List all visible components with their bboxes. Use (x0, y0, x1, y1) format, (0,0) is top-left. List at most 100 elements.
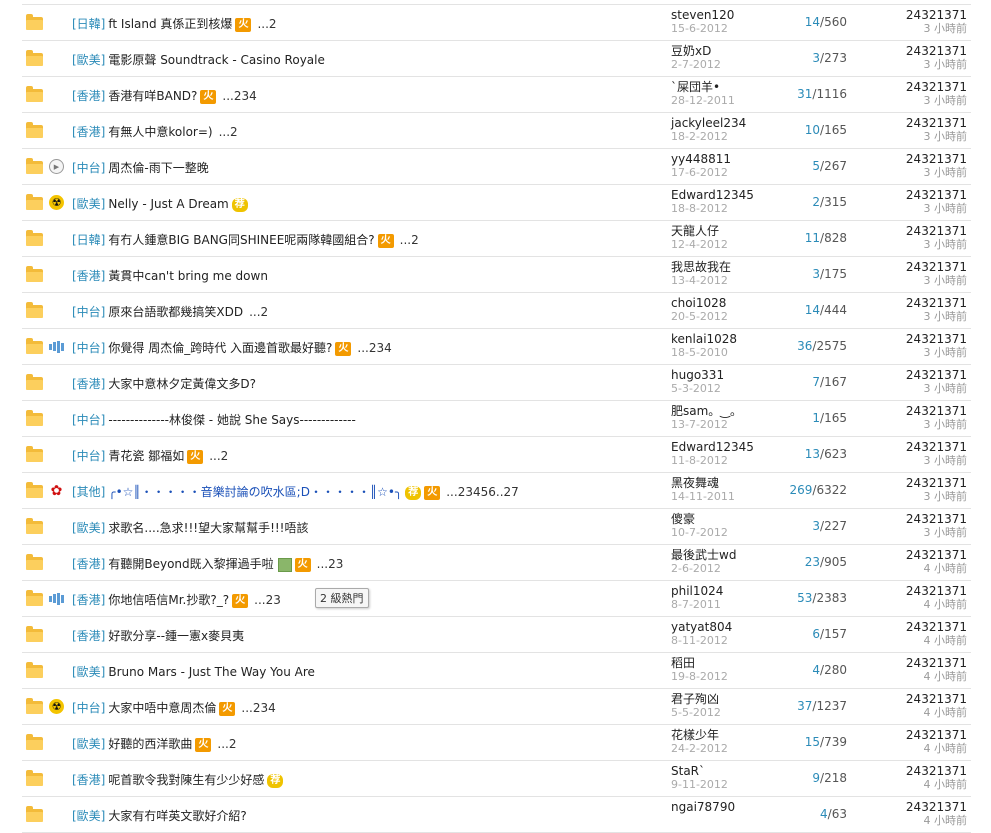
thread-category-link[interactable]: [香港] (72, 89, 105, 103)
last-post-time[interactable]: 4 小時前 (867, 778, 968, 792)
folder-icon[interactable] (26, 770, 43, 786)
last-poster-link[interactable]: 24321371 (867, 548, 967, 562)
page-link[interactable]: 2 (328, 557, 336, 571)
thread-title-link[interactable]: 電影原聲 Soundtrack - Casino Royale (108, 53, 325, 67)
thread-title-link[interactable]: 你覺得 周杰倫_跨時代 入面邊首歌最好聽? (108, 341, 332, 355)
thread-category-link[interactable]: [中台] (72, 161, 105, 175)
thread-category-link[interactable]: [香港] (72, 557, 105, 571)
thread-title-link[interactable]: 有聽開Beyond既入黎揮過手啦 (108, 557, 273, 571)
folder-icon[interactable] (26, 590, 43, 606)
last-poster-link[interactable]: 24321371 (867, 440, 967, 454)
page-link[interactable]: 4 (268, 701, 276, 715)
last-poster-link[interactable]: 24321371 (867, 152, 967, 166)
last-post-time[interactable]: 3 小時前 (867, 202, 968, 216)
last-post-time[interactable]: 3 小時前 (867, 22, 968, 36)
last-poster-link[interactable]: 24321371 (867, 8, 967, 22)
folder-icon[interactable] (26, 86, 43, 102)
last-post-time[interactable]: 4 小時前 (867, 742, 968, 756)
thread-title-link[interactable]: 求歌名....急求!!!望大家幫幫手!!!唔該 (108, 521, 308, 535)
last-post-time[interactable]: 3 小時前 (867, 310, 968, 324)
last-poster-link[interactable]: 24321371 (867, 512, 967, 526)
last-post-time[interactable]: 4 小時前 (867, 598, 968, 612)
thread-category-link[interactable]: [中台] (72, 449, 105, 463)
last-poster-link[interactable]: 24321371 (867, 404, 967, 418)
last-post-time[interactable]: 3 小時前 (867, 454, 968, 468)
thread-title-link[interactable]: --------------林俊傑 - 她說 She Says---------… (108, 413, 355, 427)
thread-title-link[interactable]: 大家有冇咩英文歌好介紹? (108, 809, 246, 823)
page-link[interactable]: 3 (273, 593, 281, 607)
folder-icon[interactable] (26, 482, 43, 498)
page-link[interactable]: 3 (336, 557, 344, 571)
folder-icon[interactable] (26, 230, 43, 246)
last-post-time[interactable]: 3 小時前 (867, 166, 968, 180)
thread-category-link[interactable]: [香港] (72, 269, 105, 283)
folder-icon[interactable] (26, 194, 43, 210)
thread-title-link[interactable]: 有無人中意kolor=) (108, 125, 212, 139)
last-post-time[interactable]: 4 小時前 (867, 634, 968, 648)
page-link[interactable]: 2 (269, 17, 277, 31)
thread-category-link[interactable]: [歐美] (72, 53, 105, 67)
folder-icon[interactable] (26, 698, 43, 714)
folder-icon[interactable] (26, 446, 43, 462)
last-post-time[interactable]: 3 小時前 (867, 58, 968, 72)
thread-category-link[interactable]: [香港] (72, 593, 105, 607)
thread-category-link[interactable]: [日韓] (72, 17, 105, 31)
last-poster-link[interactable]: 24321371 (867, 800, 967, 814)
page-link[interactable]: 2 (230, 125, 238, 139)
folder-icon[interactable] (26, 50, 43, 66)
thread-title-link[interactable]: 有冇人鍾意BIG BANG同SHINEE呢兩隊韓國組合? (108, 233, 374, 247)
thread-title-link[interactable]: ft Island 真係正到核爆 (108, 17, 232, 31)
thread-title-link[interactable]: 香港有咩BAND? (108, 89, 197, 103)
thread-category-link[interactable]: [歐美] (72, 521, 105, 535)
thread-title-link[interactable]: 呢首歌令我對陳生有少少好感 (108, 773, 264, 787)
thread-category-link[interactable]: [日韓] (72, 233, 105, 247)
last-poster-link[interactable]: 24321371 (867, 260, 967, 274)
thread-title-link[interactable]: 原來台語歌都幾搞笑XDD (108, 305, 243, 319)
folder-icon[interactable] (26, 554, 43, 570)
page-link[interactable]: 3 (260, 701, 268, 715)
page-link[interactable]: 4 (384, 341, 392, 355)
thread-title-link[interactable]: 好歌分享--鍾一憲x麥貝夷 (108, 629, 244, 643)
thread-category-link[interactable]: [歐美] (72, 197, 105, 211)
last-post-time[interactable]: 3 小時前 (867, 382, 968, 396)
folder-icon[interactable] (26, 734, 43, 750)
folder-icon[interactable] (26, 338, 43, 354)
last-post-time[interactable]: 4 小時前 (867, 814, 968, 828)
page-link[interactable]: 3 (465, 485, 473, 499)
last-poster-link[interactable]: 24321371 (867, 116, 967, 130)
page-link[interactable]: 2 (234, 89, 242, 103)
folder-icon[interactable] (26, 374, 43, 390)
page-link[interactable]: 2 (221, 449, 229, 463)
last-poster-link[interactable]: 24321371 (867, 368, 967, 382)
last-post-time[interactable]: 3 小時前 (867, 238, 968, 252)
thread-category-link[interactable]: [香港] (72, 629, 105, 643)
thread-title-link[interactable]: 周杰倫-雨下一整晚 (108, 161, 208, 175)
last-poster-link[interactable]: 24321371 (867, 44, 967, 58)
thread-title-link[interactable]: 大家中唔中意周杰倫 (108, 701, 216, 715)
thread-title-link[interactable]: Nelly - Just A Dream (108, 197, 228, 211)
last-post-time[interactable]: 3 小時前 (867, 274, 968, 288)
last-poster-link[interactable]: 24321371 (867, 656, 967, 670)
last-poster-link[interactable]: 24321371 (867, 296, 967, 310)
last-poster-link[interactable]: 24321371 (867, 620, 967, 634)
last-post-time[interactable]: 3 小時前 (867, 526, 968, 540)
thread-title-link[interactable]: ╭•☆║・・・・・音樂討論の吹水區;D・・・・・║☆•╮ (108, 485, 402, 499)
last-post-time[interactable]: 3 小時前 (867, 490, 968, 504)
folder-icon[interactable] (26, 626, 43, 642)
folder-icon[interactable] (26, 518, 43, 534)
thread-category-link[interactable]: [中台] (72, 701, 105, 715)
last-poster-link[interactable]: 24321371 (867, 332, 967, 346)
last-post-time[interactable]: 3 小時前 (867, 130, 968, 144)
page-link[interactable]: 27 (504, 485, 519, 499)
thread-category-link[interactable]: [歐美] (72, 809, 105, 823)
last-post-time[interactable]: 3 小時前 (867, 94, 968, 108)
thread-title-link[interactable]: 大家中意林夕定黃偉文多D? (108, 377, 256, 391)
page-link[interactable]: 4 (249, 89, 257, 103)
folder-icon[interactable] (26, 14, 43, 30)
page-link[interactable]: 3 (376, 341, 384, 355)
folder-icon[interactable] (26, 410, 43, 426)
folder-icon[interactable] (26, 302, 43, 318)
thread-category-link[interactable]: [中台] (72, 413, 105, 427)
thread-category-link[interactable]: [香港] (72, 773, 105, 787)
page-link[interactable]: 3 (242, 89, 250, 103)
